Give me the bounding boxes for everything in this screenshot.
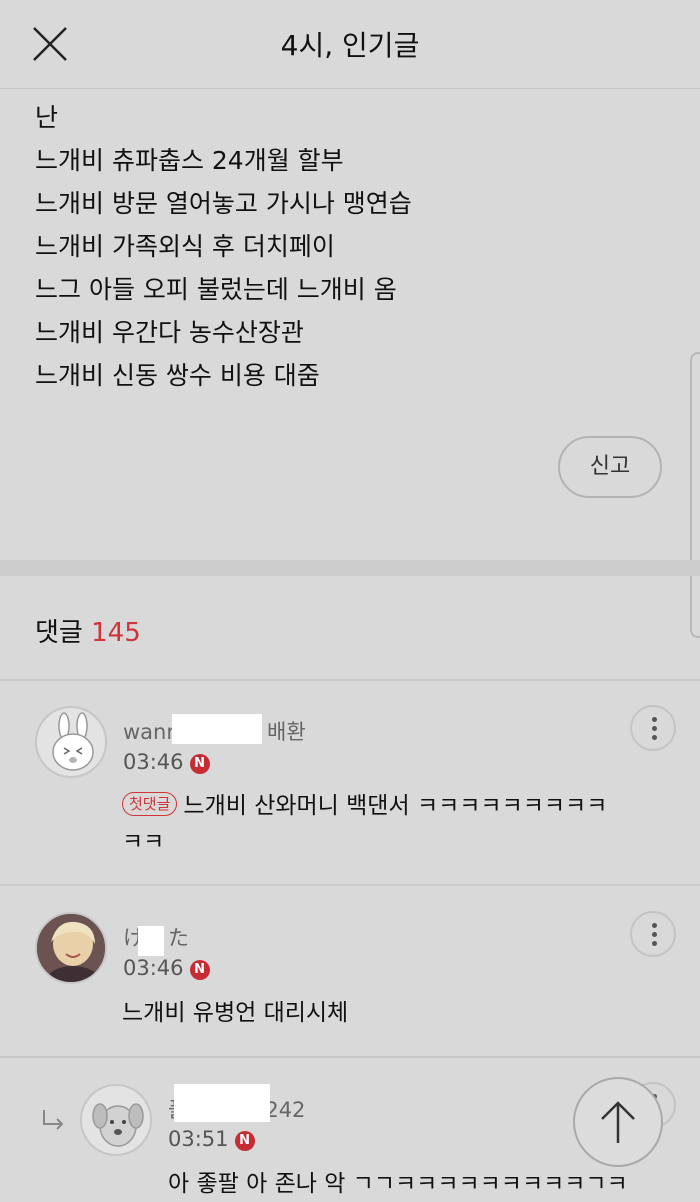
new-badge: N (189, 960, 210, 980)
report-button[interactable]: 신고 (558, 436, 662, 498)
comment-time: 03:46 N (123, 956, 210, 980)
more-options-button[interactable] (630, 705, 676, 751)
first-comment-tag: 첫댓글 (122, 792, 178, 816)
post-line: 느개비 우간다 농수산장관 (35, 318, 304, 347)
post-line: 느그 아들 오피 불렀는데 느개비 옴 (35, 275, 397, 304)
new-badge: N (189, 754, 210, 774)
comments-label: 댓글 (35, 618, 83, 648)
post-body: 난 느개비 츄파춥스 24개월 할부 느개비 방문 열어놓고 가시나 맹연습 느… (35, 96, 412, 397)
redaction-box (174, 1084, 270, 1122)
divider (0, 679, 700, 681)
avatar[interactable] (35, 912, 107, 984)
author-name-end: 242 (265, 1098, 306, 1122)
author-name-start: wanr (123, 720, 175, 744)
redaction-box (138, 926, 164, 956)
bunny-avatar-icon (52, 712, 94, 771)
reply-arrow-icon (43, 1110, 64, 1130)
new-badge: N (234, 1131, 255, 1151)
divider (0, 884, 700, 886)
post-line: 느개비 츄파춥스 24개월 할부 (35, 146, 344, 175)
redaction-box (172, 714, 262, 744)
comment-time: 03:51 N (168, 1127, 255, 1151)
dog-avatar-icon (92, 1103, 144, 1147)
author-name-end: た (168, 926, 189, 950)
divider (0, 1056, 700, 1058)
author-name-end: 배환 (267, 720, 306, 744)
page-title: 4시, 인기글 (280, 29, 420, 62)
comments-count: 145 (91, 618, 141, 648)
scrollbar[interactable] (690, 352, 700, 638)
comment-text: 아 좋팔 아 존나 악 ㄱㄱㅋㅋㅋㅋㅋㅋㅋㅋㅋㄱㅋ (168, 1171, 628, 1197)
post-line: 난 (35, 103, 59, 132)
profile-photo-icon (37, 914, 105, 982)
avatar[interactable] (80, 1084, 152, 1156)
top-bar: 4시, 인기글 (0, 0, 700, 89)
comments-header: 댓글 145 (35, 612, 141, 649)
arrow-up-icon (601, 1101, 635, 1143)
post-line: 느개비 방문 열어놓고 가시나 맹연습 (35, 189, 412, 218)
post-line: 느개비 가족외식 후 더치페이 (35, 232, 335, 261)
more-options-button[interactable] (630, 911, 676, 957)
comment-time: 03:46 N (123, 750, 210, 774)
post-line: 느개비 신동 쌍수 비용 대줌 (35, 361, 320, 390)
scroll-to-top-button[interactable] (573, 1077, 663, 1167)
comment-text: 느개비 유병언 대리시체 (122, 1000, 349, 1026)
section-divider (0, 560, 700, 576)
comment-text: 첫댓글 느개비 산와머니 백댄서 ㅋㅋㅋㅋㅋㅋㅋㅋㅋ ㅋㅋ (122, 792, 608, 855)
avatar[interactable] (35, 706, 107, 778)
